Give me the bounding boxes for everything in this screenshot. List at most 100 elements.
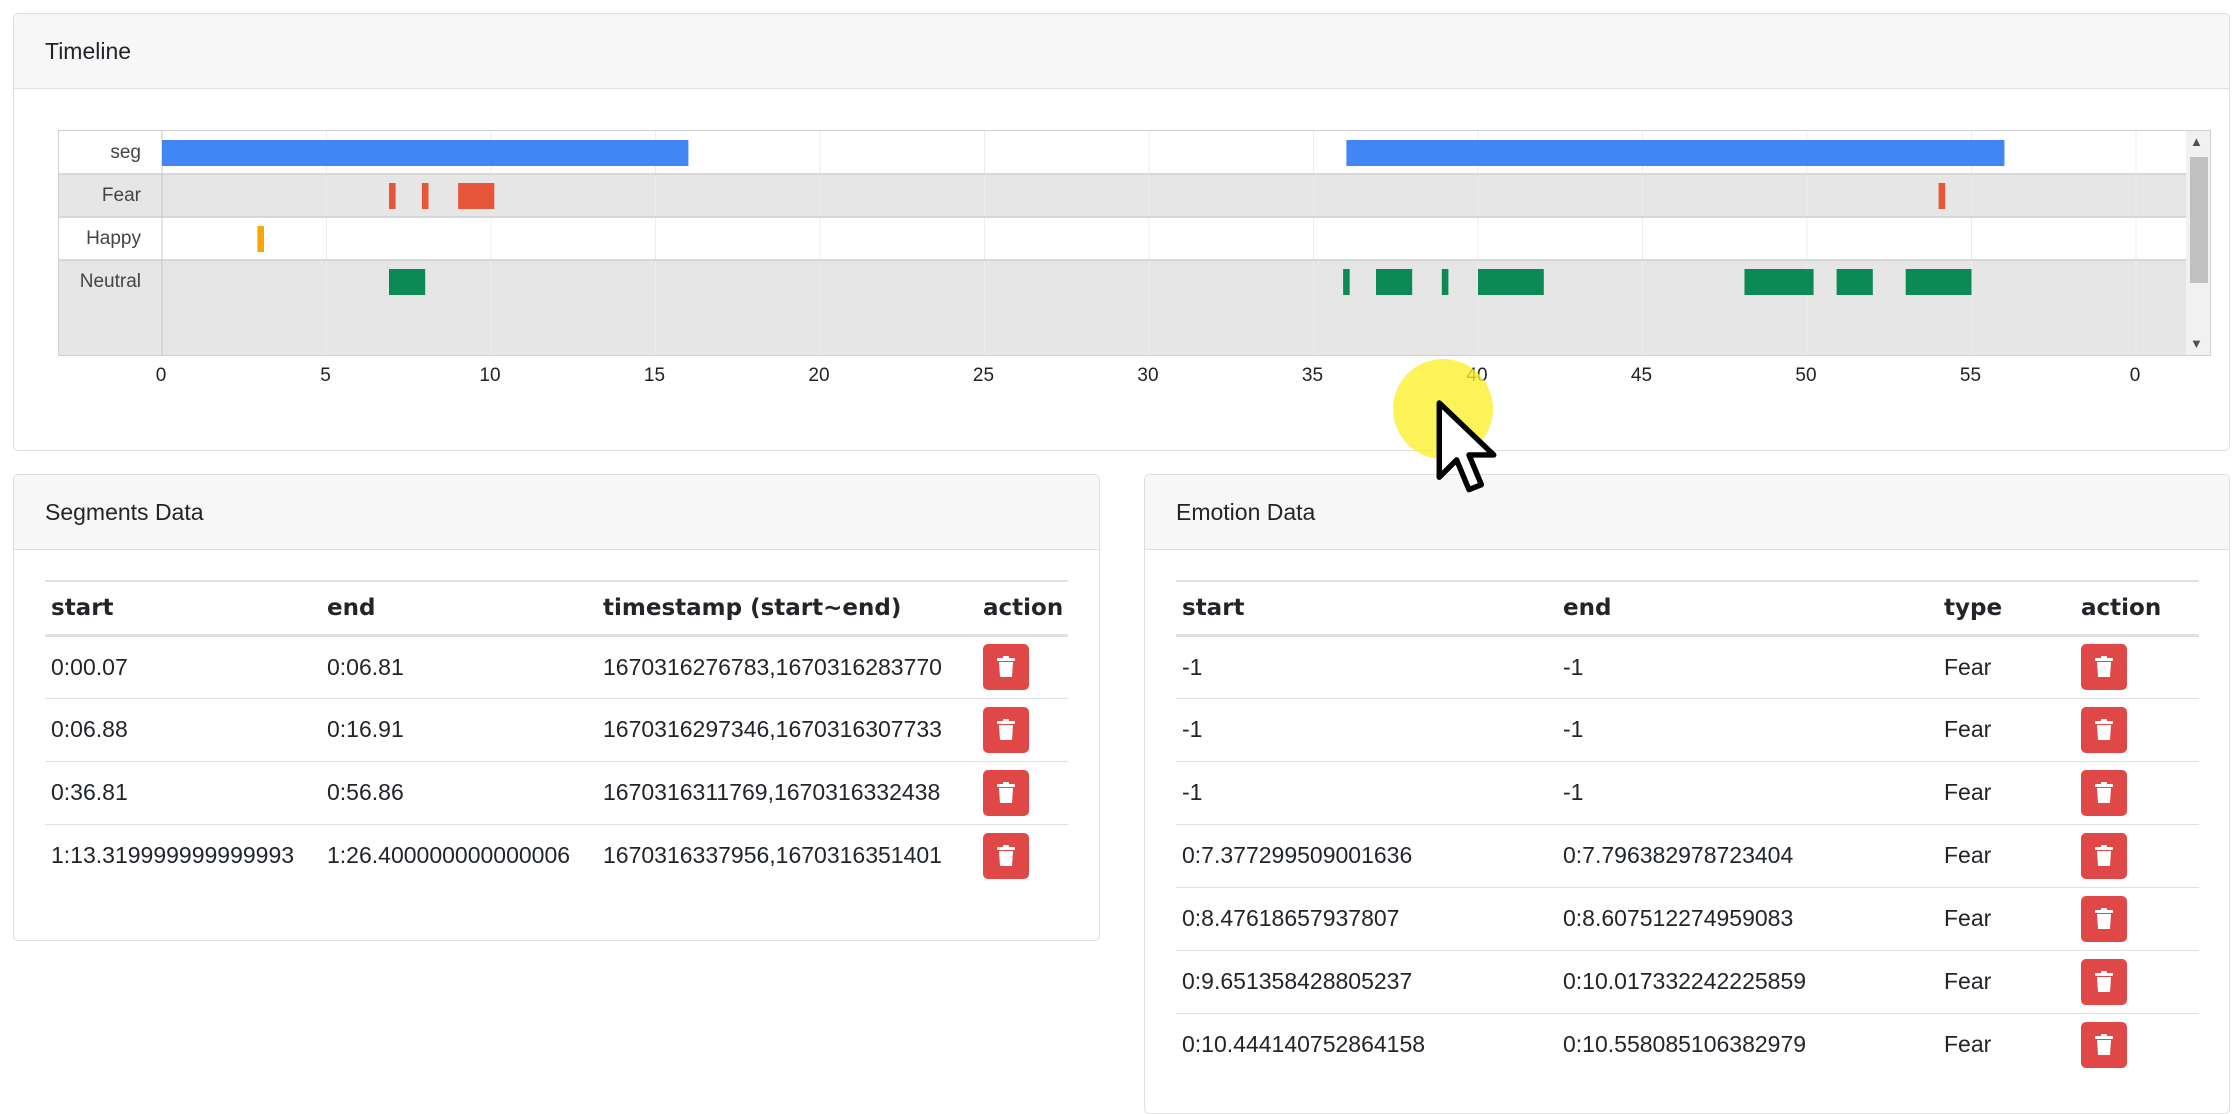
emotion-cell: -1 <box>1176 697 1557 761</box>
table-row: 0:8.47618657937807 0:8.607512274959083 Fea… <box>1176 886 2199 950</box>
table-header-row: start end timestamp (start~end) action <box>45 580 1068 637</box>
axis-tick-label: 45 <box>1631 365 1652 386</box>
action-cell <box>2075 886 2199 950</box>
timeline-bar-seg[interactable] <box>162 140 689 166</box>
emotion-cell: 0:9.651358428805237 <box>1176 949 1557 1013</box>
emotion-cell: 0:10.017332242225859 <box>1557 949 1938 1013</box>
action-cell <box>2075 823 2199 887</box>
col-action: action <box>2075 580 2199 637</box>
segment-cell: 0:06.81 <box>327 653 404 680</box>
timeline-bar-neutral[interactable] <box>1441 269 1449 295</box>
emotion-cell: Fear <box>1938 823 2075 887</box>
action-cell <box>977 760 1068 824</box>
timeline-row-happy <box>59 217 2188 260</box>
emotion-cell: -1 <box>1563 653 1584 680</box>
segment-cell: 1:26.400000000000006 <box>321 823 597 887</box>
timeline-bar-fear[interactable] <box>389 183 396 209</box>
timeline-bar-neutral[interactable] <box>1744 269 1814 295</box>
segment-cell: 1:13.319999999999993 <box>45 823 321 887</box>
timeline-row-label: seg <box>110 142 141 163</box>
table-row: -1 -1 Fear <box>1176 697 2199 761</box>
delete-button[interactable] <box>2081 769 2127 816</box>
timeline-bar-neutral[interactable] <box>1905 269 1972 295</box>
segment-cell: 1670316297346,1670316307733 <box>597 697 977 761</box>
segments-title: Segments Data <box>14 475 1099 550</box>
timeline-bar-neutral[interactable] <box>1376 269 1413 295</box>
axis-tick-label: 15 <box>644 365 665 386</box>
action-cell <box>977 697 1068 761</box>
table-row: 1:13.319999999999993 1:26.400000000000006… <box>45 823 1068 887</box>
col-action: action <box>977 580 1068 637</box>
timeline-bar-neutral[interactable] <box>1478 269 1544 295</box>
delete-button[interactable] <box>983 644 1029 690</box>
scroll-down-icon[interactable]: ▼ <box>2190 335 2203 353</box>
col-start: start <box>1176 580 1557 637</box>
trash-icon <box>2095 718 2113 740</box>
segment-cell: 0:56.86 <box>321 760 597 824</box>
emotion-cell: Fear <box>1938 1012 2075 1076</box>
axis-tick-label: 0 <box>156 365 167 386</box>
delete-button[interactable] <box>2081 1021 2127 1068</box>
axis-tick-label: 30 <box>1137 365 1158 386</box>
timeline-row-label: Happy <box>86 228 141 249</box>
table-row: 0:7.377299509001636 0:7.796382978723404 Fe… <box>1176 823 2199 887</box>
emotion-cell: 0:7.796382978723404 <box>1557 823 1938 887</box>
table-row: -1 -1 Fear <box>1176 760 2199 824</box>
scrollbar-thumb[interactable] <box>2190 157 2208 283</box>
trash-icon <box>997 844 1015 866</box>
scroll-up-icon[interactable]: ▲ <box>2190 133 2203 151</box>
timeline-bar-fear[interactable] <box>458 183 495 209</box>
action-cell <box>977 635 1068 698</box>
emotion-cell: 0:10.558085106382979 <box>1557 1012 1938 1076</box>
delete-button[interactable] <box>983 769 1029 816</box>
emotion-cell: -1 <box>1557 760 1938 824</box>
emotion-table: start end type action -1 -1 Fear -1 -1 Fear -1… <box>1176 580 2199 1076</box>
trash-icon <box>997 781 1015 803</box>
mouse-pointer-icon <box>1436 400 1497 493</box>
timeline-chart[interactable]: seg Fear Happy Neutral ▲ ▼ <box>58 130 2211 356</box>
timeline-bar-fear[interactable] <box>421 183 429 209</box>
table-row: 0:00.07 0:06.81 1670316276783,167031628377… <box>45 635 1068 698</box>
table-row: 0:06.88 0:16.91 1670316297346,167031630773… <box>45 697 1068 761</box>
timeline-row-fear <box>59 174 2188 217</box>
emotion-cell: Fear <box>1938 760 2075 824</box>
timeline-bar-fear[interactable] <box>1938 183 1946 209</box>
delete-button[interactable] <box>983 706 1029 753</box>
delete-button[interactable] <box>2081 895 2127 942</box>
emotion-cell: 0:8.607512274959083 <box>1557 886 1938 950</box>
axis-tick-label: 35 <box>1302 365 1323 386</box>
segment-cell: 0:36.81 <box>45 760 321 824</box>
table-row: 0:10.444140752864158 0:10.558085106382979… <box>1176 1012 2199 1076</box>
trash-icon <box>997 656 1015 677</box>
action-cell <box>2075 635 2199 698</box>
timeline-title: Timeline <box>14 14 2229 89</box>
emotion-cell: Fear <box>1938 886 2075 950</box>
axis-tick-label: 0 <box>2130 365 2141 386</box>
delete-button[interactable] <box>983 832 1029 879</box>
trash-icon <box>2095 1033 2113 1055</box>
trash-icon <box>2095 907 2113 929</box>
timeline-scrollbar[interactable]: ▲ ▼ <box>2186 131 2210 355</box>
emotion-card: Emotion Data start end type action -1 -1 F… <box>1144 474 2230 1114</box>
emotion-cell: 0:8.47618657937807 <box>1176 886 1557 950</box>
trash-icon <box>2095 844 2113 866</box>
delete-button[interactable] <box>2081 644 2127 690</box>
timeline-bar-neutral[interactable] <box>1836 269 1873 295</box>
emotion-cell: Fear <box>1944 653 1992 680</box>
timeline-bar-neutral[interactable] <box>1343 269 1350 295</box>
segment-cell: 0:00.07 <box>51 653 128 680</box>
col-type: type <box>1938 580 2075 637</box>
emotion-cell: 0:10.444140752864158 <box>1176 1012 1557 1076</box>
action-cell <box>2075 949 2199 1013</box>
action-cell <box>2075 760 2199 824</box>
action-cell <box>2075 1012 2199 1076</box>
timeline-bar-seg[interactable] <box>1346 140 2005 166</box>
delete-button[interactable] <box>2081 706 2127 753</box>
axis-tick-label: 10 <box>479 365 500 386</box>
delete-button[interactable] <box>2081 958 2127 1005</box>
emotion-cell: -1 <box>1176 760 1557 824</box>
delete-button[interactable] <box>2081 832 2127 879</box>
axis-tick-label: 50 <box>1795 365 1816 386</box>
timeline-bar-neutral[interactable] <box>389 269 426 295</box>
timeline-bar-happy[interactable] <box>257 226 264 252</box>
